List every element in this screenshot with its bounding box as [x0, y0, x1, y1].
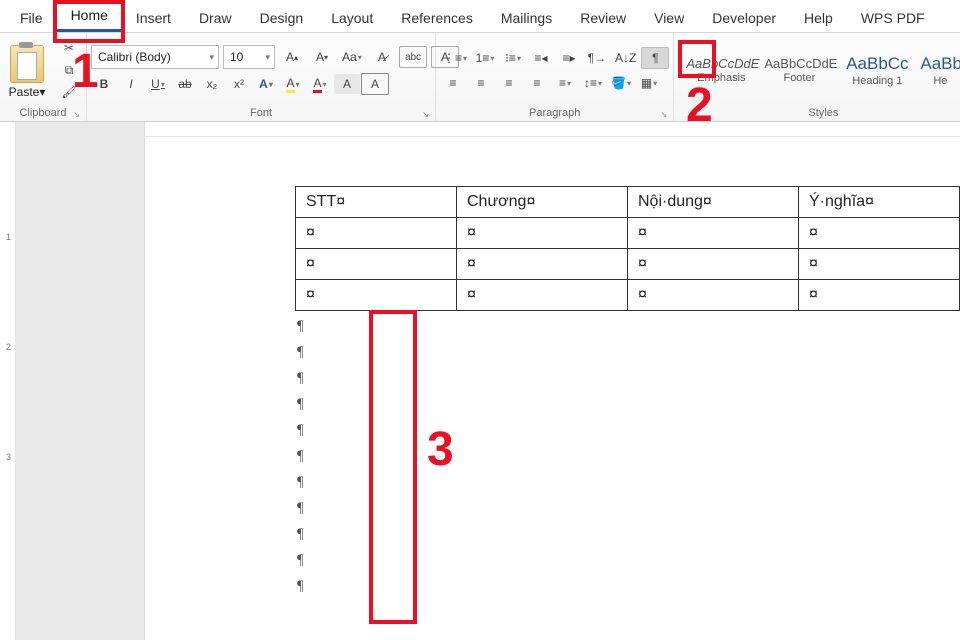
phonetic-button[interactable]: abc [399, 46, 427, 68]
tab-file[interactable]: File [6, 4, 57, 32]
style-heading2[interactable]: AaBbC He [920, 54, 960, 87]
justify-button[interactable]: ≡ [524, 73, 550, 93]
group-paragraph: ⋮≡▾ 1≡▾ ⁝≡▾ ≡◂ ≡▸ ¶→ A↓Z ¶ ≡ ≡ ≡ ≡ [436, 33, 674, 121]
table-header-cell[interactable]: Ý·nghĩa¤ [799, 187, 960, 218]
table-row[interactable]: ¤¤¤¤ [296, 218, 960, 249]
paste-button[interactable]: Paste▾ [9, 85, 46, 99]
tab-mailings[interactable]: Mailings [487, 4, 566, 32]
document-page[interactable]: STT¤ Chương¤ Nội·dung¤ Ý·nghĩa¤ ¤¤¤¤ ¤¤¤… [145, 122, 960, 640]
vertical-ruler: 1 2 3 [0, 122, 16, 640]
italic-button[interactable]: I [118, 74, 144, 94]
font-name-select[interactable]: Calibri (Body) [91, 45, 219, 69]
distribute-icon: ≡ [559, 76, 566, 90]
horizontal-ruler [145, 122, 960, 137]
tab-design[interactable]: Design [246, 4, 318, 32]
numbering-button[interactable]: 1≡▾ [472, 48, 498, 68]
align-center-icon: ≡ [477, 76, 484, 90]
bucket-icon: 🪣 [611, 76, 626, 90]
line-spacing-button[interactable]: ↕≡▾ [580, 73, 606, 93]
page-margin-strip [16, 122, 145, 640]
table-row[interactable]: ¤¤¤¤ [296, 249, 960, 280]
group-title-font: Font [91, 105, 431, 121]
change-case-button[interactable]: Aa▾ [339, 47, 365, 67]
tab-wps-pdf[interactable]: WPS PDF [847, 4, 939, 32]
show-hide-button[interactable]: ¶ [641, 47, 669, 69]
bullets-button[interactable]: ⋮≡▾ [440, 48, 470, 68]
shrink-font-button[interactable]: A▾ [309, 47, 335, 67]
table-header-cell[interactable]: STT¤ [296, 187, 457, 218]
table-header-cell[interactable]: Nội·dung¤ [628, 187, 799, 218]
tab-home[interactable]: Home [57, 1, 122, 32]
paragraph-marks[interactable]: ¶¶¶¶¶¶¶¶¶¶¶ [297, 313, 960, 599]
enclose-char-button[interactable]: A [361, 73, 389, 95]
style-footer[interactable]: AaBbCcDdE Footer [764, 56, 834, 84]
ltr-icon: ¶→ [588, 51, 606, 65]
grow-font-button[interactable]: A▴ [279, 47, 305, 67]
borders-icon: ▦ [641, 76, 652, 90]
tab-view[interactable]: View [640, 4, 698, 32]
ltr-button[interactable]: ¶→ [584, 48, 610, 68]
sort-icon: A↓Z [615, 51, 636, 65]
annotation-number-1: 1 [72, 44, 99, 99]
bullets-icon: ⋮≡ [443, 51, 462, 65]
tab-layout[interactable]: Layout [317, 4, 387, 32]
shading-button[interactable]: 🪣▾ [608, 73, 634, 93]
superscript-button[interactable]: x² [226, 74, 252, 94]
group-title-clipboard: Clipboard [4, 105, 82, 121]
table-row[interactable]: ¤¤¤¤ [296, 280, 960, 311]
line-spacing-icon: ↕≡ [584, 76, 597, 90]
tab-review[interactable]: Review [566, 4, 640, 32]
annotation-number-3: 3 [427, 422, 454, 477]
annotation-number-2: 2 [686, 78, 713, 133]
document-table[interactable]: STT¤ Chương¤ Nội·dung¤ Ý·nghĩa¤ ¤¤¤¤ ¤¤¤… [295, 186, 960, 311]
font-color-button[interactable]: A▾ [307, 74, 333, 94]
char-shading-button[interactable]: A [334, 74, 360, 94]
table-row[interactable]: STT¤ Chương¤ Nội·dung¤ Ý·nghĩa¤ [296, 187, 960, 218]
indent-icon: ≡▸ [563, 51, 576, 65]
sort-button[interactable]: A↓Z [612, 48, 639, 68]
paste-icon[interactable] [10, 45, 44, 83]
multilevel-button[interactable]: ⁝≡▾ [500, 48, 526, 68]
font-size-select[interactable]: 10 [223, 45, 275, 69]
outdent-icon: ≡◂ [535, 51, 548, 65]
group-font: Calibri (Body) 10 A▴ A▾ Aa▾ A̷ abc A B I… [87, 33, 436, 121]
align-left-icon: ≡ [449, 76, 456, 90]
align-right-button[interactable]: ≡ [496, 73, 522, 93]
group-styles: AaBbCcDdE Emphasis AaBbCcDdE Footer AaBb… [674, 33, 960, 121]
multilevel-icon: ⁝≡ [505, 51, 516, 65]
underline-button[interactable]: U▾ [145, 74, 171, 94]
justify-icon: ≡ [533, 76, 540, 90]
align-left-button[interactable]: ≡ [440, 73, 466, 93]
document-area: 1 2 3 STT¤ Chương¤ Nội·dung¤ Ý·nghĩa¤ ¤¤… [0, 122, 960, 640]
strike-button[interactable]: ab [172, 74, 198, 94]
highlight-button[interactable]: A▾ [280, 74, 306, 94]
tab-developer[interactable]: Developer [698, 4, 790, 32]
eraser-icon: A̷ [378, 50, 386, 64]
borders-button[interactable]: ▦▾ [636, 73, 662, 93]
group-title-styles: Styles [678, 105, 960, 121]
numbering-icon: 1≡ [476, 51, 490, 65]
decrease-indent-button[interactable]: ≡◂ [528, 48, 554, 68]
ribbon-tabs: File Home Insert Draw Design Layout Refe… [0, 0, 960, 33]
text-effects-button[interactable]: A▾ [253, 74, 279, 94]
tab-insert[interactable]: Insert [122, 4, 185, 32]
align-center-button[interactable]: ≡ [468, 73, 494, 93]
clear-format-button[interactable]: A̷ [369, 47, 395, 67]
increase-indent-button[interactable]: ≡▸ [556, 48, 582, 68]
pilcrow-icon: ¶ [652, 51, 658, 65]
style-heading1[interactable]: AaBbCc Heading 1 [842, 54, 912, 87]
tab-references[interactable]: References [387, 4, 487, 32]
table-header-cell[interactable]: Chương¤ [457, 187, 628, 218]
distribute-button[interactable]: ≡▾ [552, 73, 578, 93]
tab-draw[interactable]: Draw [185, 4, 246, 32]
subscript-button[interactable]: x₂ [199, 74, 225, 94]
ribbon: Paste▾ ✂ ⧉ 🖌 Clipboard Calibri (Body) 10… [0, 33, 960, 122]
tab-help[interactable]: Help [790, 4, 847, 32]
align-right-icon: ≡ [505, 76, 512, 90]
group-title-paragraph: Paragraph [440, 105, 669, 121]
